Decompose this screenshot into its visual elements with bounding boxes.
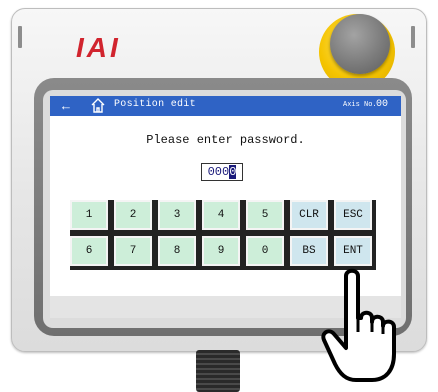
back-arrow-icon[interactable]: ← [56,98,76,114]
password-cursor: 0 [229,165,237,179]
home-icon[interactable] [91,97,105,114]
axis-number-label: Axis No. [343,101,377,109]
key-0[interactable]: 0 [246,236,284,266]
key-clr[interactable]: CLR [290,200,328,230]
pointing-hand-icon [321,268,396,382]
key-5[interactable]: 5 [246,200,284,230]
key-8[interactable]: 8 [158,236,196,266]
key-7[interactable]: 7 [114,236,152,266]
brand-logo: IAI [76,32,121,63]
password-digits: 000 [207,165,230,179]
strap-slot-right [411,26,415,48]
key-ent[interactable]: ENT [334,236,372,266]
key-esc[interactable]: ESC [334,200,372,230]
strap-slot-left [18,26,22,48]
emergency-stop-button[interactable] [330,14,390,74]
key-6[interactable]: 6 [70,236,108,266]
cable-connector [196,350,240,392]
key-2[interactable]: 2 [114,200,152,230]
key-3[interactable]: 3 [158,200,196,230]
key-4[interactable]: 4 [202,200,240,230]
key-bs[interactable]: BS [290,236,328,266]
numeric-keypad: 1 2 3 4 5 CLR ESC 6 7 8 9 0 BS ENT [70,200,376,270]
key-1[interactable]: 1 [70,200,108,230]
title-bar: ← Position edit Axis No. 00 [50,96,401,116]
password-prompt: Please enter password. [146,133,305,147]
password-field[interactable]: 0000 [201,163,243,181]
axis-number-value: 00 [376,99,389,110]
key-9[interactable]: 9 [202,236,240,266]
screen-title: Position edit [114,99,196,110]
